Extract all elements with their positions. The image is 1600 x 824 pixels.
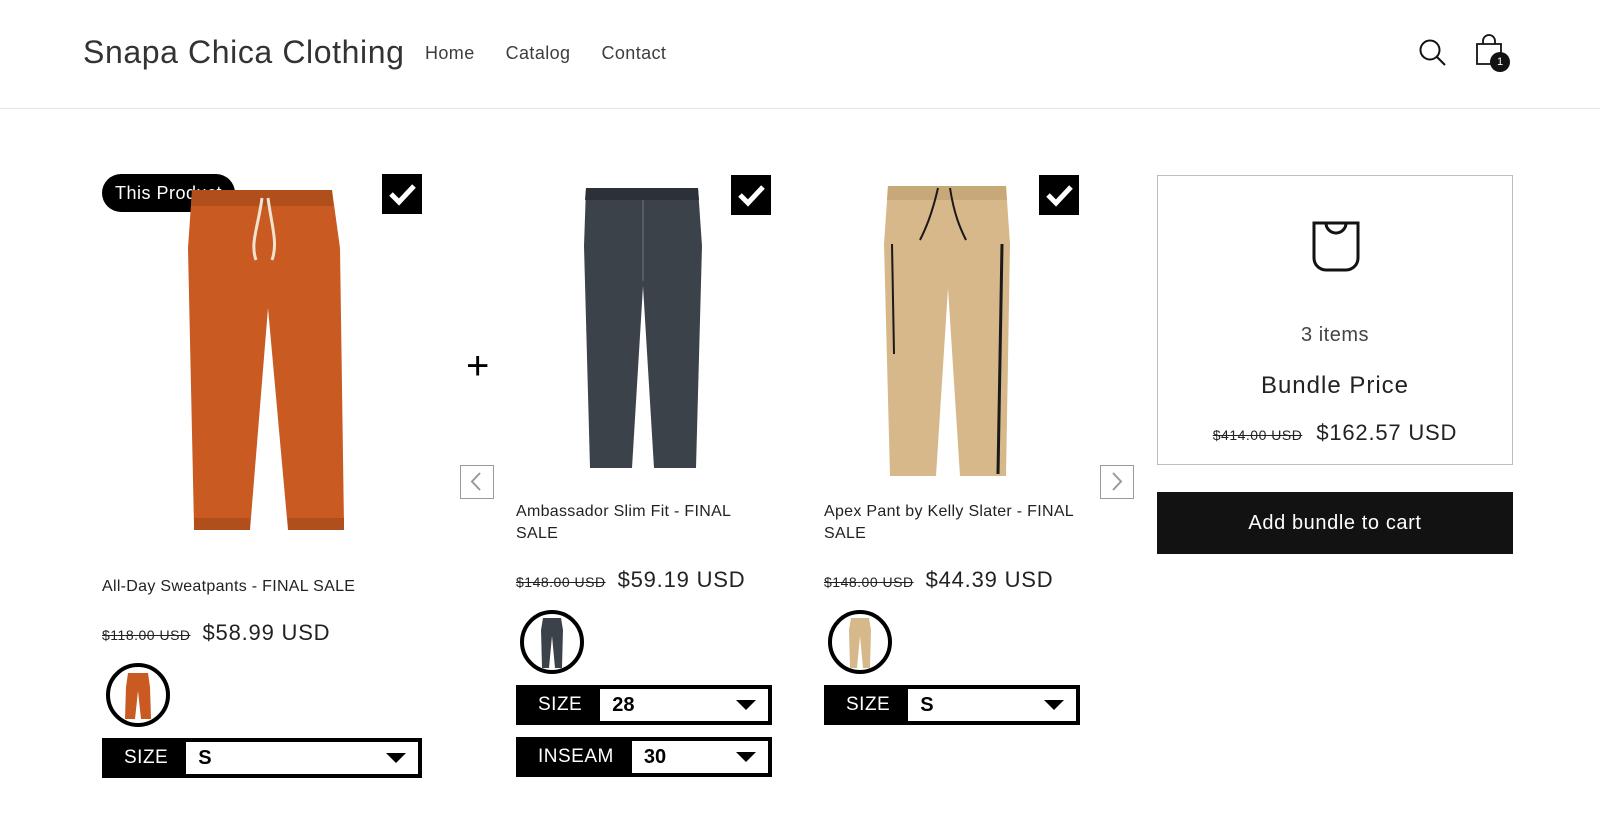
- plus-icon: +: [466, 344, 490, 388]
- store-logo[interactable]: Snapa Chica Clothing: [83, 34, 405, 71]
- search-icon[interactable]: [1418, 38, 1448, 68]
- product-2-price-row: $148.00 USD $59.19 USD: [516, 567, 745, 593]
- inseam-value: 30: [643, 746, 667, 768]
- product-3-checkbox[interactable]: [1039, 175, 1079, 215]
- dropdown-caret-icon: [1044, 700, 1064, 710]
- bundle-item-count: 3 items: [1301, 324, 1369, 346]
- add-bundle-to-cart-button[interactable]: Add bundle to cart: [1157, 492, 1513, 554]
- bundle-price-row: $414.00 USD $162.57 USD: [1158, 420, 1512, 446]
- cart-count-badge: 1: [1490, 52, 1510, 72]
- product-3-compare-price: $148.00 USD: [824, 574, 914, 590]
- product-1-compare-price: $118.00 USD: [102, 627, 191, 643]
- size-label: SIZE: [106, 742, 187, 774]
- dropdown-caret-icon: [736, 700, 756, 710]
- nav-home[interactable]: Home: [425, 43, 475, 64]
- cart-icon[interactable]: 1: [1474, 34, 1514, 74]
- product-1-title[interactable]: All-Day Sweatpants - FINAL SALE: [102, 576, 422, 598]
- size-value: S: [198, 747, 212, 769]
- product-2-inseam-select[interactable]: INSEAM 30: [516, 737, 772, 777]
- site-header: Snapa Chica Clothing Home Catalog Contac…: [0, 0, 1600, 109]
- product-2-color-swatch[interactable]: [520, 610, 584, 674]
- nav-contact[interactable]: Contact: [601, 43, 666, 64]
- size-label: SIZE: [520, 689, 601, 721]
- product-2-compare-price: $148.00 USD: [516, 574, 606, 590]
- bundle-compare-price: $414.00 USD: [1212, 427, 1303, 443]
- product-3-title[interactable]: Apex Pant by Kelly Slater - FINAL SALE: [824, 501, 1094, 545]
- product-1-color-swatch[interactable]: [106, 663, 170, 727]
- dropdown-caret-icon: [736, 752, 756, 762]
- product-3-image[interactable]: [880, 184, 1016, 485]
- chevron-right-icon: [1112, 472, 1123, 491]
- product-2-checkbox[interactable]: [731, 175, 771, 215]
- size-label: SIZE: [828, 689, 909, 721]
- product-1-price: $58.99 USD: [202, 620, 331, 645]
- product-3-size-select[interactable]: SIZE S: [824, 685, 1080, 725]
- size-value: 28: [612, 694, 635, 716]
- main-nav: Home Catalog Contact: [425, 43, 666, 64]
- product-3-price: $44.39 USD: [925, 567, 1054, 592]
- chevron-left-icon: [470, 472, 481, 491]
- carousel-next-button[interactable]: [1100, 465, 1134, 499]
- product-2-image[interactable]: [580, 186, 706, 477]
- nav-catalog[interactable]: Catalog: [506, 43, 571, 64]
- size-value: S: [920, 694, 934, 716]
- bundle-summary: 3 items Bundle Price $414.00 USD $162.57…: [1157, 175, 1513, 465]
- product-2-price: $59.19 USD: [617, 567, 746, 592]
- carousel-prev-button[interactable]: [460, 465, 494, 499]
- checkmark-icon: [389, 184, 416, 206]
- checkmark-icon: [1046, 185, 1073, 207]
- checkmark-icon: [738, 185, 765, 207]
- bundle-price-label: Bundle Price: [1260, 372, 1410, 399]
- dropdown-caret-icon: [386, 753, 406, 763]
- product-1-size-select[interactable]: SIZE S: [102, 738, 422, 778]
- inseam-label: INSEAM: [520, 741, 632, 773]
- product-1-image[interactable]: [180, 188, 350, 549]
- product-3-color-swatch[interactable]: [828, 610, 892, 674]
- product-1-price-row: $118.00 USD $58.99 USD: [102, 620, 330, 646]
- product-3-price-row: $148.00 USD $44.39 USD: [824, 567, 1053, 593]
- bundle-price: $162.57 USD: [1316, 420, 1458, 445]
- product-2-size-select[interactable]: SIZE 28: [516, 685, 772, 725]
- shopping-bag-icon: [1312, 221, 1360, 272]
- product-2-title[interactable]: Ambassador Slim Fit - FINAL SALE: [516, 501, 761, 545]
- product-1-checkbox[interactable]: [382, 174, 422, 214]
